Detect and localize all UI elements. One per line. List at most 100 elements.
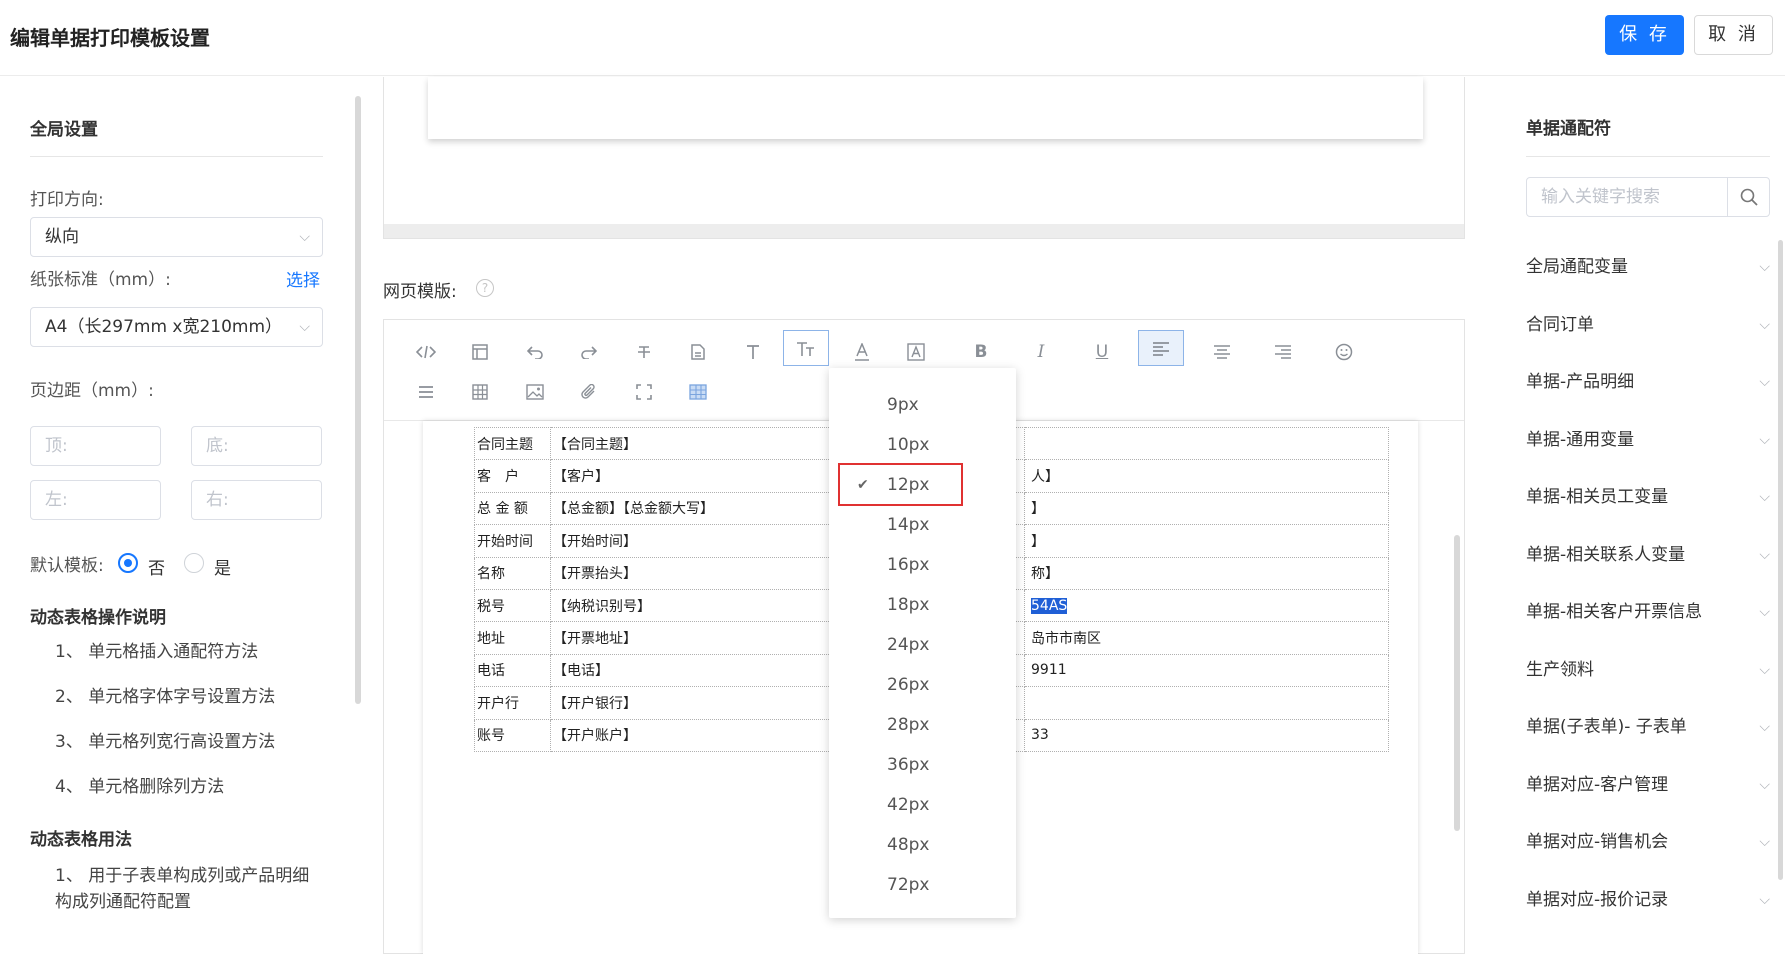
wildcard-category-item[interactable]: 单据-产品明细 ⌵ — [1526, 367, 1770, 397]
underline-icon[interactable]: U — [1079, 334, 1125, 370]
font-size-option[interactable]: 28px — [829, 705, 1016, 745]
save-button[interactable]: 保 存 — [1605, 15, 1684, 55]
row-label-cell[interactable]: 合同主题 — [474, 426, 551, 461]
paper-choose-link[interactable]: 选择 — [286, 266, 320, 291]
margin-left-input[interactable]: 左: — [30, 480, 161, 520]
row-extra-text: 33 — [1031, 727, 1049, 744]
row-extra-cell[interactable]: 】 — [1024, 524, 1389, 558]
bold-icon[interactable]: B — [958, 334, 1004, 370]
row-extra-cell[interactable]: 称】 — [1024, 556, 1389, 590]
row-label-cell[interactable]: 名称 — [474, 556, 551, 590]
wildcard-category-item[interactable]: 合同订单 ⌵ — [1526, 310, 1770, 340]
wildcard-category-item[interactable]: 单据对应-销售机会 ⌵ — [1526, 827, 1770, 857]
paper-label: 纸张标准（mm）: — [30, 270, 171, 290]
font-size-option[interactable]: 48px — [829, 825, 1016, 865]
document-icon[interactable] — [675, 334, 721, 370]
margin-top-input[interactable]: 顶: — [30, 426, 161, 466]
paper-select[interactable]: A4（长297mm x宽210mm） ⌵ — [30, 307, 323, 347]
help-icon[interactable]: ? — [476, 279, 494, 297]
wildcard-category-item[interactable]: 单据(子表单)- 子表单 ⌵ — [1526, 712, 1770, 742]
fullscreen-icon[interactable] — [621, 374, 667, 410]
wildcard-category-item[interactable]: 单据-相关联系人变量 ⌵ — [1526, 540, 1770, 570]
wildcard-category-item[interactable]: 单据-相关客户开票信息 ⌵ — [1526, 597, 1770, 627]
orientation-select[interactable]: 纵向 ⌵ — [30, 217, 323, 257]
row-label-cell[interactable]: 开始时间 — [474, 524, 551, 558]
image-icon[interactable] — [512, 374, 558, 410]
row-extra-cell[interactable] — [1024, 426, 1389, 461]
font-size-option[interactable]: 18px — [829, 585, 1016, 625]
font-size-option[interactable]: 14px — [829, 505, 1016, 545]
row-extra-cell[interactable]: 】 — [1024, 491, 1389, 526]
row-label-cell[interactable]: 总 金 额 — [474, 491, 551, 526]
table-icon[interactable] — [457, 374, 503, 410]
align-left-icon[interactable] — [1138, 330, 1184, 366]
strikethrough-icon[interactable] — [621, 334, 667, 370]
code-view-icon[interactable] — [403, 334, 449, 370]
default-yes-radio[interactable] — [184, 553, 204, 573]
horizontal-scrollbar[interactable] — [384, 224, 1464, 238]
wildcard-category-item[interactable]: 单据-相关员工变量 ⌵ — [1526, 482, 1770, 512]
font-size-option[interactable]: 9px — [829, 385, 1016, 425]
row-label-cell[interactable]: 税号 — [474, 588, 551, 623]
chevron-down-icon: ⌵ — [1759, 834, 1770, 850]
wildcard-search[interactable]: 输入关键字搜索 — [1526, 177, 1770, 217]
top-bar: 编辑单据打印模板设置 保 存 取 消 — [0, 0, 1785, 76]
usage-title: 动态表格用法 — [30, 830, 132, 850]
font-size-dropdown: 9px 10px ✔ 12px 14px 16px 18px 24px 26px 28px 36px… — [829, 368, 1016, 918]
redo-icon[interactable] — [566, 334, 612, 370]
wildcard-category-item[interactable]: 单据对应-客户管理 ⌵ — [1526, 770, 1770, 800]
row-label-cell[interactable]: 电话 — [474, 653, 551, 688]
wildcard-category-item[interactable]: 单据-通用变量 ⌵ — [1526, 425, 1770, 455]
font-size-option[interactable]: 10px — [829, 425, 1016, 465]
editor-scrollbar[interactable] — [1454, 535, 1460, 831]
text-icon[interactable] — [730, 334, 776, 370]
align-right-icon[interactable] — [1260, 334, 1306, 370]
left-scrollbar[interactable] — [355, 96, 361, 704]
wildcard-category-item[interactable]: 全局通配变量 ⌵ — [1526, 252, 1770, 282]
search-icon[interactable] — [1727, 178, 1769, 216]
ops-item[interactable]: 3、 单元格列宽行高设置方法 — [55, 729, 325, 755]
row-extra-cell[interactable]: 9911 — [1024, 653, 1389, 688]
ops-item[interactable]: 1、 单元格插入通配符方法 — [55, 639, 325, 665]
font-size-option[interactable]: 24px — [829, 625, 1016, 665]
row-extra-cell[interactable]: 人】 — [1024, 459, 1389, 493]
row-extra-cell[interactable]: 33 — [1024, 718, 1389, 752]
right-scrollbar[interactable] — [1778, 240, 1783, 880]
ops-item[interactable]: 2、 单元格字体字号设置方法 — [55, 684, 325, 710]
layout-icon[interactable] — [457, 334, 503, 370]
chevron-down-icon: ⌵ — [1759, 489, 1770, 505]
ops-item[interactable]: 4、 单元格删除列方法 — [55, 774, 325, 800]
row-label-cell[interactable]: 客 户 — [474, 459, 551, 493]
align-center-icon[interactable] — [1199, 334, 1245, 370]
row-label-cell[interactable]: 开户行 — [474, 686, 551, 720]
list-icon[interactable] — [403, 374, 449, 410]
font-size-option[interactable]: 42px — [829, 785, 1016, 825]
background-color-icon[interactable] — [893, 334, 939, 370]
wildcard-category-label: 单据对应-销售机会 — [1526, 832, 1669, 852]
wildcard-category-item[interactable]: 生产领料 ⌵ — [1526, 655, 1770, 685]
row-label-cell[interactable]: 地址 — [474, 621, 551, 655]
page-title: 编辑单据打印模板设置 — [10, 26, 210, 50]
italic-icon[interactable]: I — [1018, 334, 1064, 370]
cancel-button[interactable]: 取 消 — [1694, 15, 1773, 55]
row-extra-cell[interactable] — [1024, 686, 1389, 720]
wildcard-category-item[interactable]: 单据对应-报价记录 ⌵ — [1526, 885, 1770, 915]
row-extra-cell[interactable]: 54AS — [1024, 588, 1389, 623]
attachment-icon[interactable] — [566, 374, 612, 410]
row-extra-text: 】 — [1031, 533, 1045, 550]
wildcard-category-label: 全局通配变量 — [1526, 257, 1628, 277]
row-extra-cell[interactable]: 岛市市南区 — [1024, 621, 1389, 655]
default-no-radio[interactable] — [118, 553, 138, 573]
margin-bottom-input[interactable]: 底: — [191, 426, 322, 466]
row-label-cell[interactable]: 账号 — [474, 718, 551, 752]
margin-right-input[interactable]: 右: — [191, 480, 322, 520]
table-cell-icon[interactable] — [675, 374, 721, 410]
undo-icon[interactable] — [512, 334, 558, 370]
font-size-option[interactable]: 16px — [829, 545, 1016, 585]
font-size-option[interactable]: 72px — [829, 865, 1016, 905]
font-size-option[interactable]: 26px — [829, 665, 1016, 705]
font-color-icon[interactable] — [839, 334, 885, 370]
font-size-option[interactable]: 36px — [829, 745, 1016, 785]
emoji-icon[interactable] — [1321, 334, 1367, 370]
font-size-icon[interactable] — [783, 330, 829, 366]
